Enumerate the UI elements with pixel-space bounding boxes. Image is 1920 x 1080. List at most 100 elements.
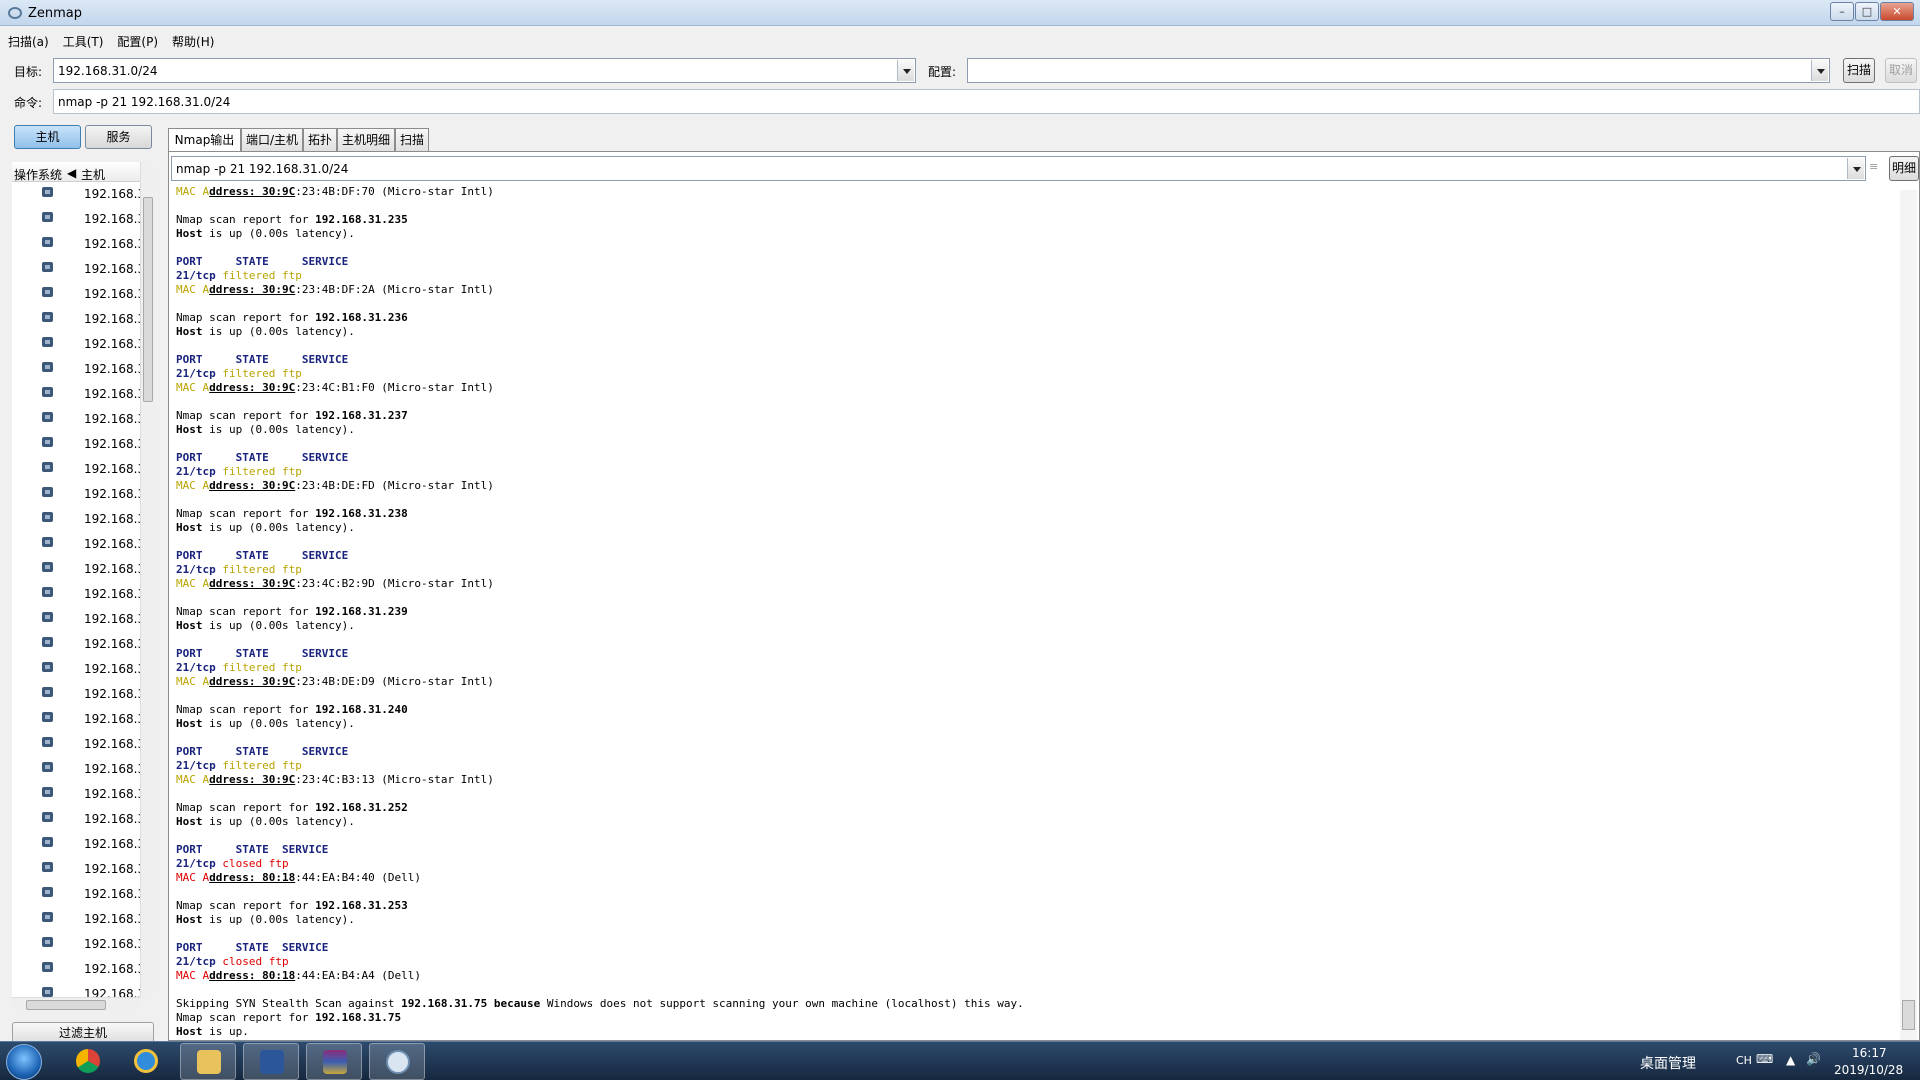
host-row[interactable]: 192.168.3 (12, 657, 140, 682)
output-segment: 192.168.31.75 (401, 997, 488, 1010)
tab-host-details[interactable]: 主机明细 (337, 128, 395, 151)
output-line: MAC Address: 30:9C:23:4C:B2:9D (Micro-st… (176, 577, 1896, 591)
host-row[interactable]: 192.168.3 (12, 782, 140, 807)
host-row[interactable]: 192.168.3 (12, 857, 140, 882)
host-row[interactable]: 192.168.3 (12, 307, 140, 332)
cancel-button[interactable]: 取消 (1885, 58, 1917, 83)
chevron-down-icon[interactable] (1811, 60, 1828, 81)
os-icon (42, 412, 53, 422)
host-row[interactable]: 192.168.3 (12, 757, 140, 782)
host-row[interactable]: 192.168.3 (12, 607, 140, 632)
services-button[interactable]: 服务 (85, 125, 152, 149)
output-segment: MAC A (176, 479, 210, 492)
taskbar-zenmap[interactable] (369, 1043, 425, 1080)
taskbar-ie[interactable] (118, 1043, 174, 1080)
host-list-scrollbar[interactable] (140, 162, 154, 997)
output-scrollbar[interactable] (1900, 190, 1917, 1040)
chevron-down-icon[interactable] (1847, 158, 1864, 179)
tab-nmap-output[interactable]: Nmap输出 (168, 128, 241, 152)
tab-scans[interactable]: 扫描 (395, 128, 429, 151)
desktop-manager-label[interactable]: 桌面管理 (1640, 1053, 1696, 1073)
tab-ports-hosts[interactable]: 端口/主机 (241, 128, 303, 151)
menu-tools[interactable]: 工具(T) (55, 30, 110, 50)
output-segment: 192.168.31.237 (315, 409, 408, 422)
volume-icon[interactable]: 🔊 (1806, 1052, 1821, 1066)
menu-profile[interactable]: 配置(P) (109, 30, 164, 50)
hosts-button[interactable]: 主机 (14, 125, 81, 149)
host-row[interactable]: 192.168.3 (12, 182, 140, 207)
minimize-button[interactable]: – (1830, 2, 1854, 21)
host-list-hscrollbar[interactable] (12, 997, 140, 1011)
taskbar-chrome[interactable] (60, 1043, 116, 1080)
scrollbar-thumb[interactable] (1902, 1000, 1915, 1030)
output-segment: is up (0.00s latency). (202, 717, 355, 730)
host-row[interactable]: 192.168.3 (12, 707, 140, 732)
scrollbar-thumb[interactable] (143, 197, 153, 402)
tray-expand-icon[interactable]: ▲ (1786, 1053, 1795, 1067)
host-row[interactable]: 192.168.3 (12, 482, 140, 507)
host-row[interactable]: 192.168.3 (12, 357, 140, 382)
chevron-down-icon[interactable] (897, 60, 914, 81)
sort-arrow-icon: ◀ (67, 166, 77, 180)
output-line: Host is up (0.00s latency). (176, 815, 1896, 829)
column-host[interactable]: 主机 (81, 166, 105, 183)
taskbar-winrar[interactable] (306, 1043, 362, 1080)
host-row[interactable]: 192.168.3 (12, 632, 140, 657)
host-row[interactable]: 192.168.3 (12, 932, 140, 957)
details-button[interactable]: 明细 (1889, 156, 1919, 181)
host-row[interactable]: 192.168.3 (12, 282, 140, 307)
scan-button[interactable]: 扫描 (1843, 58, 1875, 83)
command-input[interactable]: nmap -p 21 192.168.31.0/24 (53, 89, 1920, 114)
keyboard-icon[interactable]: ⌨ (1756, 1052, 1773, 1066)
host-address: 192.168.3 (84, 787, 140, 801)
host-row[interactable]: 192.168.3 (12, 557, 140, 582)
host-row[interactable]: 192.168.3 (12, 432, 140, 457)
menu-scan[interactable]: 扫描(a) (0, 30, 55, 50)
host-row[interactable]: 192.168.3 (12, 732, 140, 757)
start-button[interactable] (6, 1044, 42, 1080)
host-row[interactable]: 192.168.3 (12, 232, 140, 257)
host-row[interactable]: 192.168.3 (12, 882, 140, 907)
taskbar-explorer[interactable] (180, 1043, 236, 1080)
host-row[interactable]: 192.168.3 (12, 257, 140, 282)
clock-time[interactable]: 16:17 (1852, 1046, 1887, 1060)
host-row[interactable]: 192.168.3 (12, 207, 140, 232)
scrollbar-thumb[interactable] (26, 1000, 106, 1010)
host-row[interactable]: 192.168.3 (12, 382, 140, 407)
column-os[interactable]: 操作系统 (14, 166, 62, 183)
host-address: 192.168.3 (84, 862, 140, 876)
host-row[interactable]: 192.168.3 (12, 407, 140, 432)
host-row[interactable]: 192.168.3 (12, 907, 140, 932)
menu-help[interactable]: 帮助(H) (164, 30, 220, 50)
output-segment: :23:4B:DF:2A (Micro-star Intl) (295, 283, 494, 296)
clock-date[interactable]: 2019/10/28 (1834, 1063, 1903, 1077)
taskbar-word[interactable] (243, 1043, 299, 1080)
host-address: 192.168.3 (84, 387, 140, 401)
output-command-select[interactable]: nmap -p 21 192.168.31.0/24 (171, 156, 1866, 181)
host-row[interactable]: 192.168.3 (12, 807, 140, 832)
host-row[interactable]: 192.168.3 (12, 457, 140, 482)
host-row[interactable]: 192.168.3 (12, 957, 140, 982)
host-row[interactable]: 192.168.3 (12, 332, 140, 357)
ime-indicator[interactable]: CH (1736, 1054, 1752, 1067)
host-row[interactable]: 192.168.3 (12, 507, 140, 532)
zenmap-icon (386, 1050, 410, 1074)
host-row[interactable]: 192.168.3 (12, 982, 140, 997)
host-row[interactable]: 192.168.3 (12, 532, 140, 557)
host-row[interactable]: 192.168.3 (12, 582, 140, 607)
close-button[interactable]: ✕ (1880, 2, 1914, 21)
profile-combobox[interactable] (967, 58, 1830, 83)
host-row[interactable]: 192.168.3 (12, 682, 140, 707)
host-panel: 主机 服务 操作系统 ◀ 主机 192.168.3 192.168.3 192.16… (12, 125, 154, 1045)
output-segment: 21/tcp (176, 269, 216, 282)
target-combobox[interactable]: 192.168.31.0/24 (53, 58, 916, 83)
output-segment: 21/tcp (176, 563, 216, 576)
tab-topology[interactable]: 拓扑 (303, 128, 337, 151)
os-icon (42, 637, 53, 647)
maximize-button[interactable]: □ (1855, 2, 1879, 21)
host-row[interactable]: 192.168.3 (12, 832, 140, 857)
